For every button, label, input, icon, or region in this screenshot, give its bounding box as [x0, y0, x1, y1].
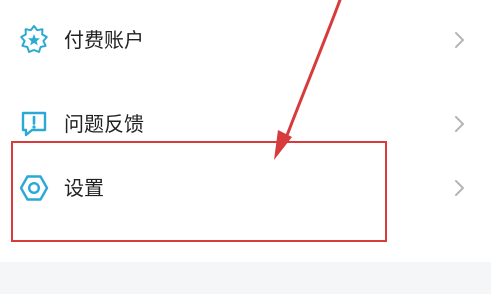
menu-item-label: 问题反馈 [64, 112, 144, 136]
menu-item-settings[interactable]: 设置 [0, 158, 491, 218]
section-separator [0, 262, 491, 294]
menu-item-paid-account[interactable]: 付费账户 [0, 10, 491, 70]
menu-item-label: 设置 [64, 176, 104, 200]
menu-item-label: 付费账户 [64, 28, 144, 52]
settings-hexagon-icon [18, 172, 50, 204]
chevron-right-icon [447, 112, 471, 136]
feedback-icon [18, 108, 50, 140]
chevron-right-icon [447, 28, 471, 52]
menu-item-feedback[interactable]: 问题反馈 [0, 94, 491, 154]
settings-menu: 付费账户 问题反馈 设置 [0, 0, 491, 294]
star-badge-icon [18, 24, 50, 56]
chevron-right-icon [447, 176, 471, 200]
